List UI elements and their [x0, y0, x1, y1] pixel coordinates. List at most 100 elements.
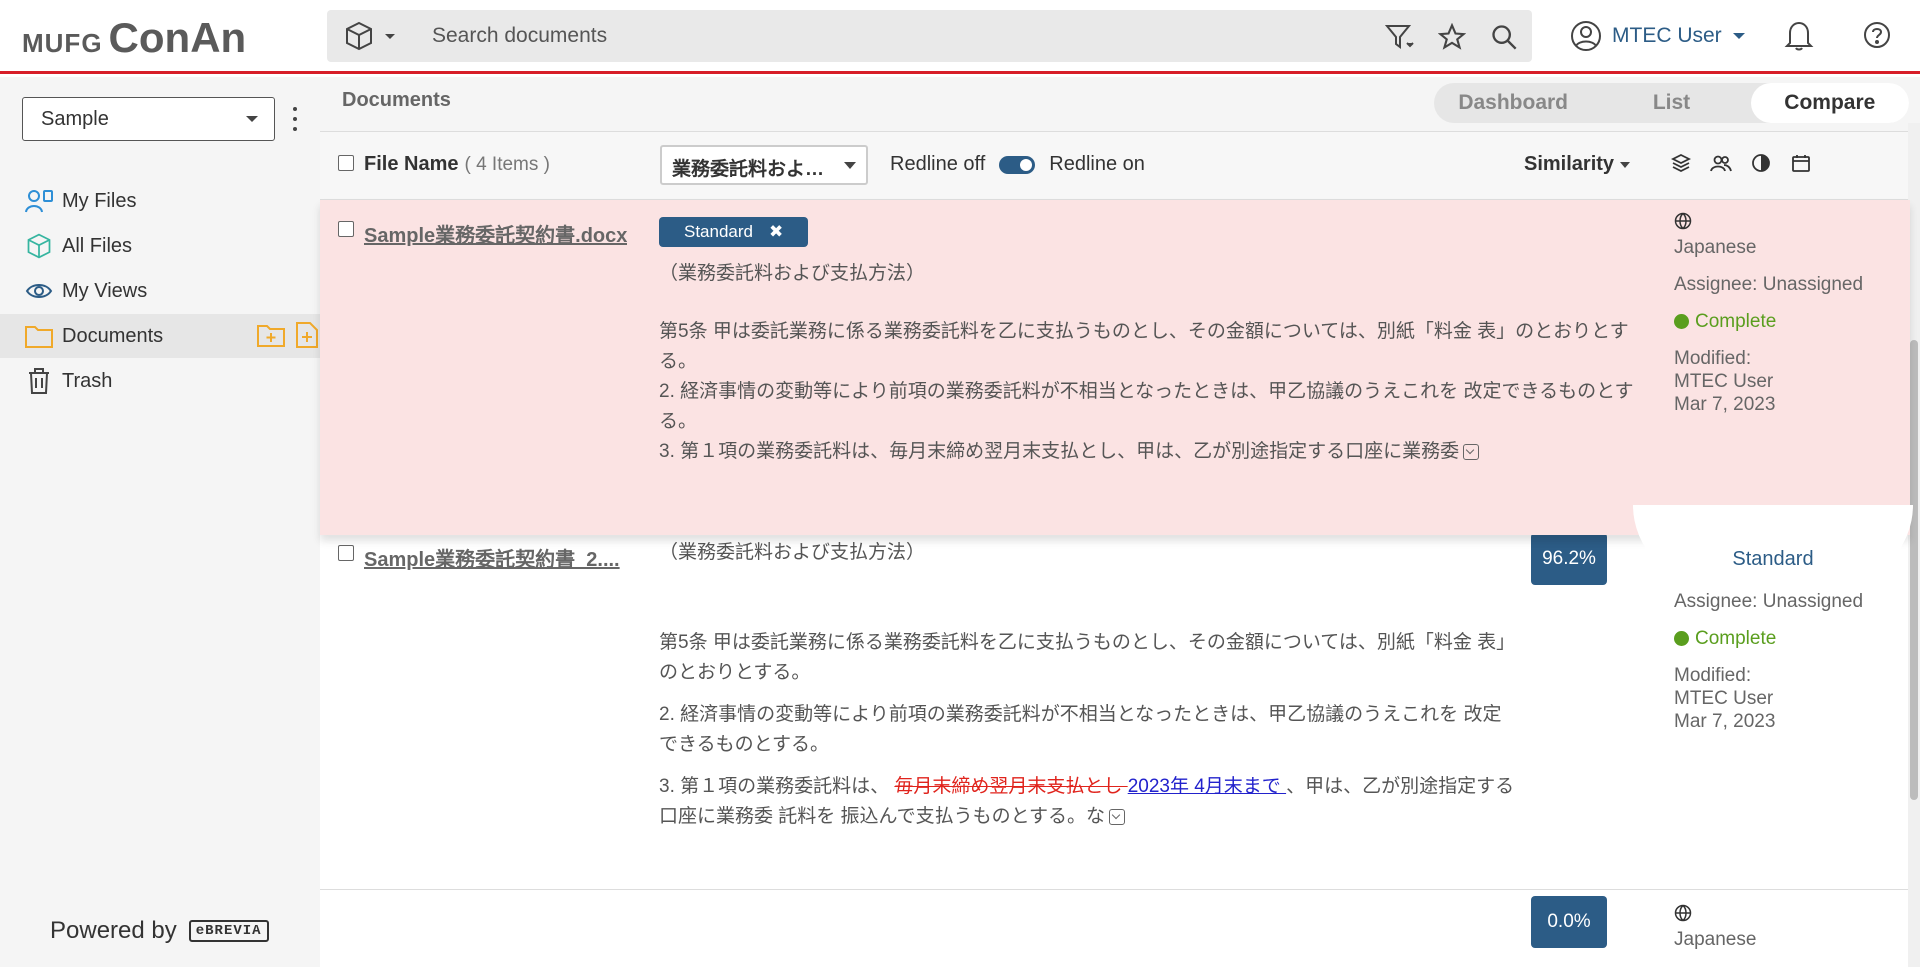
file-name-link[interactable]: Sample業務委託契約書.docx	[364, 219, 627, 248]
assignee[interactable]: Assignee: Unassigned	[1674, 590, 1863, 613]
similarity-sort[interactable]: Similarity	[1524, 153, 1631, 176]
file-name-column-header[interactable]: File Name( 4 Items )	[364, 153, 550, 176]
clause-text: （業務委託料および支払方法） 第5条 甲は委託業務に係る業務委託料を乙に支払うも…	[659, 259, 1659, 467]
status-dot-icon	[1674, 314, 1689, 329]
page-title: Documents	[342, 89, 451, 111]
row-checkbox[interactable]	[338, 221, 354, 237]
clause-select-value: 業務委託料およ…	[672, 159, 825, 180]
logo-name: ConAn	[108, 14, 247, 61]
layers-icon[interactable]	[1670, 152, 1692, 174]
table-row[interactable]: 0.0% Japanese	[320, 890, 1910, 967]
sidebar-item-label: My Views	[62, 279, 148, 302]
column-icons	[1670, 152, 1812, 174]
assignee[interactable]: Assignee: Unassigned	[1674, 273, 1863, 296]
search-bar	[327, 10, 1532, 62]
star-icon[interactable]	[1437, 22, 1467, 52]
add-folder-icon[interactable]	[256, 321, 286, 349]
contrast-icon[interactable]	[1750, 152, 1772, 174]
mark-standard-popover[interactable]: Standard	[1633, 505, 1913, 585]
expand-icon[interactable]	[1463, 443, 1480, 460]
modified-by: MTEC User	[1674, 688, 1774, 709]
standard-tag: Standard ✖	[659, 217, 809, 247]
redline-toggle[interactable]	[999, 155, 1036, 174]
cube-icon	[346, 21, 372, 51]
trash-icon	[24, 366, 54, 396]
folder-icon	[24, 321, 54, 351]
modified-date: Mar 7, 2023	[1674, 394, 1776, 415]
users-icon[interactable]	[1710, 152, 1732, 174]
globe-icon	[1674, 212, 1692, 230]
deleted-text: 毎月末締め翌月末支払とし	[894, 776, 1128, 797]
clause-paragraph: 第5条 甲は委託業務に係る業務委託料を乙に支払うものとし、その金額については、別…	[659, 321, 1629, 372]
list-header: File Name( 4 Items ) 業務委託料およ… Redline of…	[320, 132, 1910, 200]
ebrevia-logo: eBREVIA	[188, 920, 269, 942]
expand-icon[interactable]	[1109, 808, 1126, 825]
clause-text: （業務委託料および支払方法） 第5条 甲は委託業務に係る業務委託料を乙に支払うも…	[659, 538, 1519, 832]
similarity-badge: 96.2%	[1531, 533, 1607, 585]
scrollbar-thumb[interactable]	[1910, 340, 1918, 800]
add-file-icon[interactable]	[294, 321, 320, 349]
app-logo[interactable]: MUFG ConAn	[22, 14, 246, 61]
select-all-checkbox[interactable]	[338, 155, 354, 171]
row-checkbox[interactable]	[338, 545, 354, 561]
language: Japanese	[1674, 929, 1757, 950]
sidebar-item-all-files[interactable]: All Files	[0, 224, 320, 268]
close-icon[interactable]: ✖	[769, 222, 783, 242]
user-name: MTEC User	[1612, 24, 1722, 47]
modified-by: MTEC User	[1674, 371, 1774, 392]
modified-date: Mar 7, 2023	[1674, 711, 1776, 732]
sidebar-item-my-views[interactable]: My Views	[0, 269, 320, 313]
chevron-down-icon	[1620, 161, 1631, 168]
scope-dropdown-button[interactable]	[343, 20, 403, 52]
status-dot-icon	[1674, 631, 1689, 646]
chevron-down-icon	[1732, 33, 1745, 39]
bell-icon[interactable]	[1782, 18, 1816, 52]
status-badge[interactable]: Complete	[1674, 627, 1863, 650]
modified-label: Modified:	[1674, 348, 1752, 369]
clause-paragraph: 3. 第１項の業務委託料は、毎月末締め翌月末支払とし、甲は、乙が別途指定する口座…	[659, 437, 1659, 467]
table-row[interactable]: Sample業務委託契約書.docx Standard ✖ （業務委託料および支…	[320, 200, 1910, 535]
redline-off-label: Redline off	[890, 153, 986, 175]
sidebar-item-label: Documents	[62, 324, 164, 347]
sidebar-item-trash[interactable]: Trash	[0, 359, 320, 403]
modified-label: Modified:	[1674, 665, 1752, 686]
redline-on-label: Redline on	[1049, 153, 1145, 175]
redline-control: Redline off Redline on	[890, 153, 1145, 176]
table-row[interactable]: Sample業務委託契約書_2.... （業務委託料および支払方法） 第5条 甲…	[320, 505, 1913, 890]
tab-compare[interactable]: Compare	[1750, 83, 1909, 123]
calendar-icon[interactable]	[1790, 152, 1812, 174]
app-header: MUFG ConAn MTEC User	[0, 0, 1920, 74]
file-name-link[interactable]: Sample業務委託契約書_2....	[364, 543, 620, 572]
chevron-down-icon	[844, 162, 856, 169]
filter-icon[interactable]	[1385, 22, 1415, 52]
sidebar-item-label: All Files	[62, 234, 133, 257]
tag-label: Standard	[684, 222, 753, 241]
tab-dashboard[interactable]: Dashboard	[1434, 83, 1592, 123]
sidebar-item-my-files[interactable]: My Files	[0, 179, 320, 223]
powered-by: Powered by eBREVIA	[50, 917, 269, 945]
clause-paragraph: 3. 第１項の業務委託料は、 毎月末締め翌月末支払とし 2023年 4月末まで …	[659, 776, 1515, 827]
similarity-badge: 0.0%	[1531, 896, 1607, 948]
chevron-down-icon	[385, 34, 395, 39]
clause-select[interactable]: 業務委託料およ…	[660, 145, 868, 185]
inserted-text: 2023年 4月末まで	[1127, 776, 1287, 797]
view-select[interactable]: Sample	[22, 97, 275, 141]
file-name-label: File Name	[364, 153, 459, 175]
documents-topbar: Documents Dashboard List Compare	[320, 77, 1920, 132]
user-avatar-icon	[1571, 21, 1601, 51]
tab-list[interactable]: List	[1592, 83, 1750, 123]
search-input[interactable]	[432, 20, 1332, 52]
document-meta: Japanese	[1674, 904, 1756, 951]
clause-paragraph: 第5条 甲は委託業務に係る業務委託料を乙に支払うものとし、その金額については、別…	[659, 632, 1516, 683]
sidebar-item-documents[interactable]: Documents	[0, 314, 320, 358]
search-icon[interactable]	[1489, 22, 1519, 52]
similarity-sort-label: Similarity	[1524, 153, 1615, 175]
help-icon[interactable]	[1860, 18, 1894, 52]
status-badge[interactable]: Complete	[1674, 310, 1863, 333]
documents-actions	[256, 321, 320, 349]
logo-prefix: MUFG	[22, 28, 103, 58]
user-menu[interactable]: MTEC User	[1570, 18, 1746, 54]
more-options-icon[interactable]	[290, 107, 300, 131]
cube-icon	[24, 231, 54, 261]
user-files-icon	[24, 186, 54, 216]
